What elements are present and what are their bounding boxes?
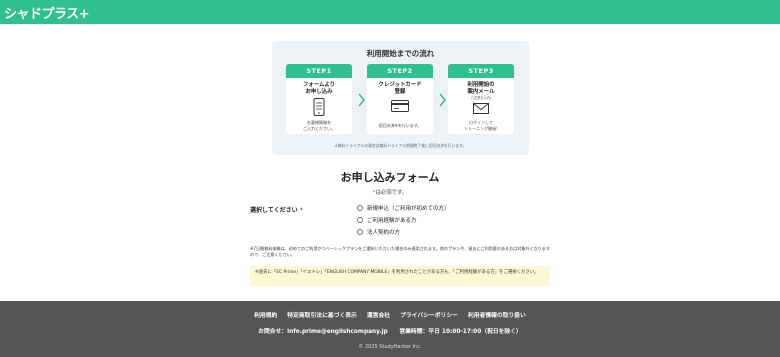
site-header: シャドプラス+ [0, 0, 780, 24]
step-label: STEP3 [448, 64, 514, 78]
radio-corporate[interactable]: 法人契約の方 [357, 228, 400, 236]
radio-returning-user[interactable]: ご利用経験がある方 [357, 216, 417, 224]
required-note: *は必須です。 [0, 188, 780, 196]
radio-button[interactable] [357, 205, 363, 211]
step-desc: 初回決済※を行います。 [378, 123, 422, 128]
footer-link-privacy[interactable]: プライバシーポリシー [400, 310, 458, 319]
radio-button[interactable] [357, 217, 363, 223]
step-card-3: STEP3 利用開始の 案内メール (1営業日以内) ログインして トレーニング… [448, 64, 514, 134]
radio-button[interactable] [357, 229, 363, 235]
footer-link-user-info[interactable]: 利用者情報の取り扱い [468, 310, 526, 319]
required-mark: * [299, 207, 303, 214]
footer-contact: お問合せ：info.prime@englishcompany.jp 営業時間：平… [258, 329, 522, 335]
step-label: STEP1 [286, 64, 352, 78]
step-desc: ログインして トレーニング開始! [464, 120, 498, 131]
footer-link-terms[interactable]: 利用規約 [254, 310, 277, 319]
radio-new-signup[interactable]: 新規申込（ご利用が初めての方） [357, 204, 450, 212]
site-footer: 利用規約 特定商取引法に基づく表示 運営会社 プライバシーポリシー 利用者情報の… [0, 301, 780, 357]
flow-note: ※無料トライアルの場合は無料トライアル期間終了後に初回決済を行います。 [334, 143, 467, 148]
footer-link-company[interactable]: 運営会社 [367, 310, 390, 319]
radio-label[interactable]: 新規申込（ご利用が初めての方） [367, 204, 450, 212]
phone-form-icon [313, 98, 325, 116]
logo[interactable]: シャドプラス+ [4, 3, 90, 22]
step-title: フォームより お申し込み [302, 82, 336, 95]
credit-card-icon [391, 100, 409, 112]
footer-links: 利用規約 特定商取引法に基づく表示 運営会社 プライバシーポリシー 利用者情報の… [0, 310, 780, 319]
select-label: 選択してください * [250, 205, 303, 214]
chevron-right-icon [358, 93, 365, 107]
select-label-text: 選択してください [250, 207, 298, 214]
flow-title: 利用開始までの流れ [366, 49, 435, 58]
step-card-1: STEP1 フォームより お申し込み お客様情報を ご入力ください。 [286, 64, 352, 134]
chevron-right-icon [439, 93, 446, 107]
trial-notice: ※7日間無料体験は、初めてのご利用かつベーシックプランをご選択いただいた場合のみ… [250, 246, 550, 257]
copyright: © 2025 StudyHacker Inc. [358, 344, 422, 350]
highlight-notice: ※過去に「EC Prime」「イエトレ」「ENGLISH COMPANY MOB… [250, 266, 550, 286]
step-sub: (1営業日以内) [470, 96, 492, 100]
step-title: クレジットカード 登録 [378, 82, 422, 95]
step-title: 利用開始の 案内メール [467, 82, 495, 95]
footer-link-commerce-law[interactable]: 特定商取引法に基づく表示 [287, 310, 357, 319]
step-desc: お客様情報を ご入力ください。 [303, 120, 335, 131]
radio-label[interactable]: 法人契約の方 [367, 228, 400, 236]
step-label: STEP2 [367, 64, 433, 78]
form-title: お申し込みフォーム [340, 171, 440, 184]
radio-label[interactable]: ご利用経験がある方 [367, 216, 417, 224]
usage-flow-panel: 利用開始までの流れ STEP1 フォームより お申し込み お客様情報を ご入力く… [272, 41, 529, 155]
required-text: は必須です。 [375, 190, 408, 196]
step-card-2: STEP2 クレジットカード 登録 初回決済※を行います。 [367, 64, 433, 134]
mail-icon [473, 103, 489, 114]
